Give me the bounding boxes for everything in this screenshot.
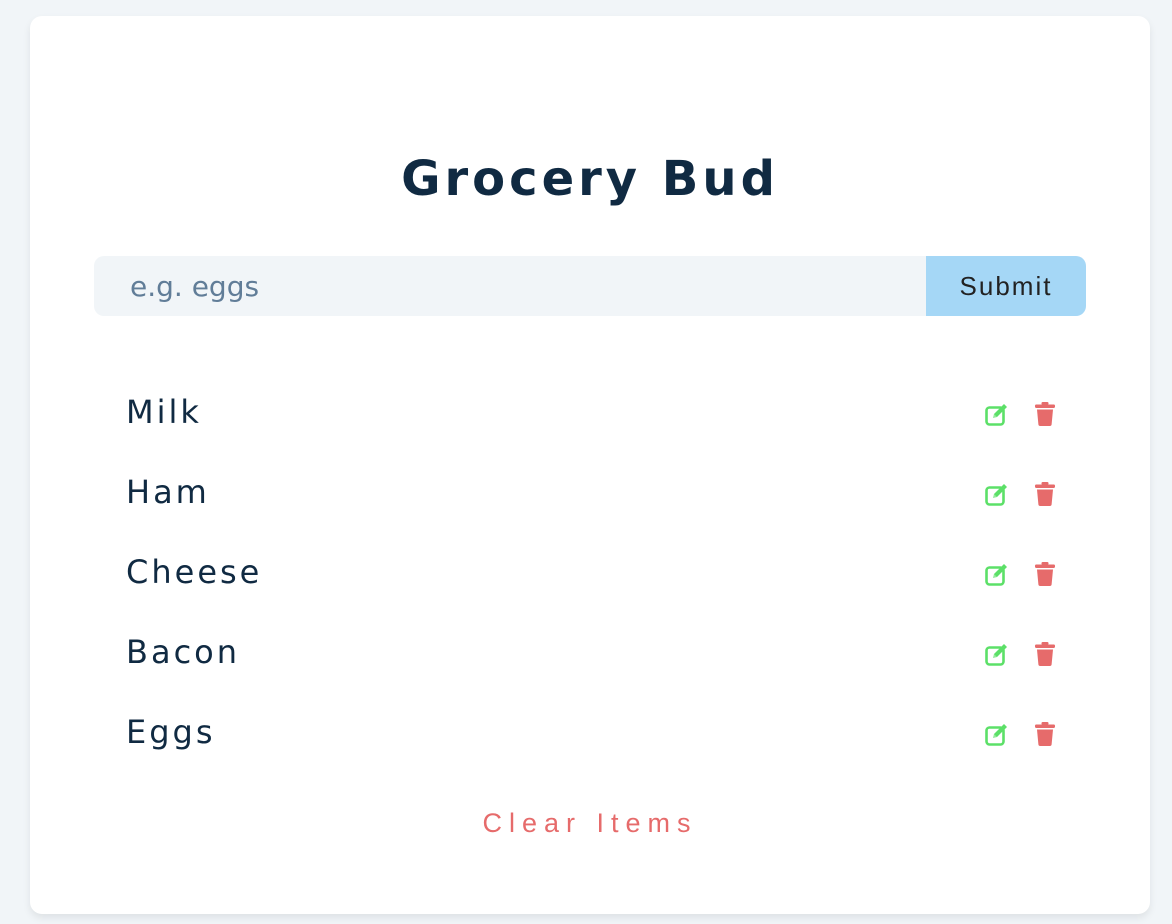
trash-icon[interactable] [1032,401,1058,427]
edit-icon[interactable] [984,401,1010,427]
list-item: Milk [126,372,1058,452]
trash-icon[interactable] [1032,481,1058,507]
grocery-input[interactable] [94,256,926,316]
item-label: Cheese [126,553,263,591]
list-item: Cheese [126,532,1058,612]
item-label: Eggs [126,713,216,751]
trash-icon[interactable] [1032,721,1058,747]
edit-icon[interactable] [984,481,1010,507]
grocery-list: Milk Ham Cheese Bacon Eggs [126,372,1058,772]
list-item: Bacon [126,612,1058,692]
submit-button[interactable]: Submit [926,256,1086,316]
grocery-form: Submit [94,256,1086,316]
item-actions [984,717,1058,747]
item-actions [984,637,1058,667]
item-actions [984,397,1058,427]
list-item: Eggs [126,692,1058,772]
edit-icon[interactable] [984,561,1010,587]
trash-icon[interactable] [1032,641,1058,667]
grocery-card: Grocery Bud Submit Milk [30,16,1150,914]
item-actions [984,477,1058,507]
item-label: Ham [126,473,210,511]
edit-icon[interactable] [984,641,1010,667]
trash-icon[interactable] [1032,561,1058,587]
page-title: Grocery Bud [401,151,779,207]
item-label: Bacon [126,633,241,671]
edit-icon[interactable] [984,721,1010,747]
clear-items-button[interactable]: Clear Items [30,808,1150,839]
item-label: Milk [126,393,202,431]
list-item: Ham [126,452,1058,532]
item-actions [984,557,1058,587]
